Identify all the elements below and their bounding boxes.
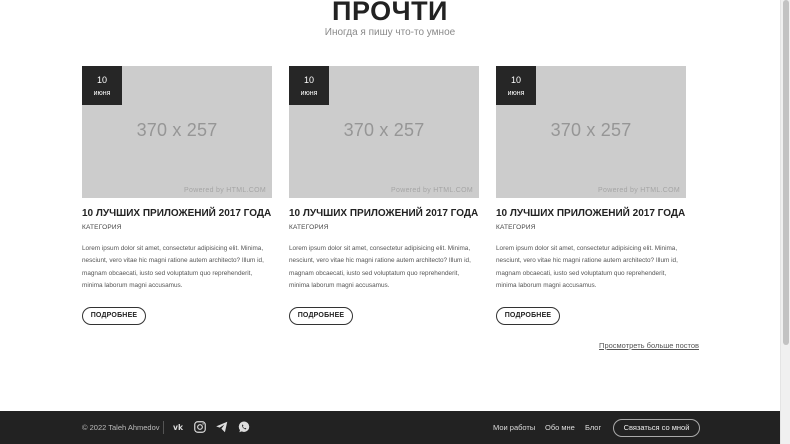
post-image[interactable]: 370 x 257 Powered by HTML.COM 10 июня (496, 66, 686, 198)
post-card: 370 x 257 Powered by HTML.COM 10 июня 10… (289, 66, 479, 325)
date-day: 10 (510, 75, 521, 85)
image-credit: Powered by HTML.COM (184, 187, 266, 194)
date-month: июня (93, 90, 111, 97)
post-category[interactable]: КАТЕГОРИЯ (496, 224, 536, 231)
date-day: 10 (96, 75, 107, 85)
post-excerpt: Lorem ipsum dolor sit amet, consectetur … (82, 245, 264, 290)
footer-divider (163, 421, 164, 434)
vk-icon[interactable]: vk (171, 420, 185, 434)
nav-link-blog[interactable]: Блог (585, 423, 601, 432)
nav-link-about[interactable]: Обо мне (545, 423, 575, 432)
instagram-icon[interactable] (193, 420, 207, 434)
svg-text:vk: vk (173, 423, 184, 432)
image-size-label: 370 x 257 (550, 120, 632, 140)
post-image[interactable]: 370 x 257 Powered by HTML.COM 10 июня (289, 66, 479, 198)
scrollbar-thumb[interactable] (783, 0, 789, 345)
copyright-text: © 2022 Taleh Ahmedov (82, 423, 160, 432)
image-size-label: 370 x 257 (343, 120, 425, 140)
contact-button[interactable]: Связаться со мной (613, 419, 700, 437)
image-credit: Powered by HTML.COM (598, 187, 680, 194)
read-more-button[interactable]: ПОДРОБНЕЕ (289, 307, 353, 325)
post-title[interactable]: 10 ЛУЧШИХ ПРИЛОЖЕНИЙ 2017 ГОДА (289, 208, 489, 219)
read-more-button[interactable]: ПОДРОБНЕЕ (496, 307, 560, 325)
post-category[interactable]: КАТЕГОРИЯ (289, 224, 329, 231)
post-title[interactable]: 10 ЛУЧШИХ ПРИЛОЖЕНИЙ 2017 ГОДА (496, 208, 696, 219)
post-excerpt: Lorem ipsum dolor sit amet, consectetur … (496, 245, 678, 290)
footer: © 2022 Taleh Ahmedov vk Мои работы Обо м… (0, 411, 780, 444)
scrollbar[interactable] (780, 0, 790, 444)
image-size-label: 370 x 257 (136, 120, 218, 140)
section-title: ПРОЧТИ (332, 0, 448, 26)
post-excerpt: Lorem ipsum dolor sit amet, consectetur … (289, 245, 471, 290)
more-posts-link[interactable]: Просмотреть больше постов (599, 341, 699, 350)
whatsapp-icon[interactable] (237, 420, 251, 434)
date-day: 10 (303, 75, 314, 85)
post-category[interactable]: КАТЕГОРИЯ (82, 224, 122, 231)
image-credit: Powered by HTML.COM (391, 187, 473, 194)
date-month: июня (507, 90, 525, 97)
telegram-icon[interactable] (215, 420, 229, 434)
nav-link-works[interactable]: Мои работы (493, 423, 535, 432)
section-subtitle: Иногда я пишу что-то умное (324, 27, 456, 38)
date-badge: 10 июня (82, 66, 122, 105)
post-title[interactable]: 10 ЛУЧШИХ ПРИЛОЖЕНИЙ 2017 ГОДА (82, 208, 282, 219)
date-badge: 10 июня (289, 66, 329, 105)
post-card: 370 x 257 Powered by HTML.COM 10 июня 10… (82, 66, 272, 325)
post-card: 370 x 257 Powered by HTML.COM 10 июня 10… (496, 66, 686, 325)
date-badge: 10 июня (496, 66, 536, 105)
post-image[interactable]: 370 x 257 Powered by HTML.COM 10 июня (82, 66, 272, 198)
read-more-button[interactable]: ПОДРОБНЕЕ (82, 307, 146, 325)
date-month: июня (300, 90, 318, 97)
